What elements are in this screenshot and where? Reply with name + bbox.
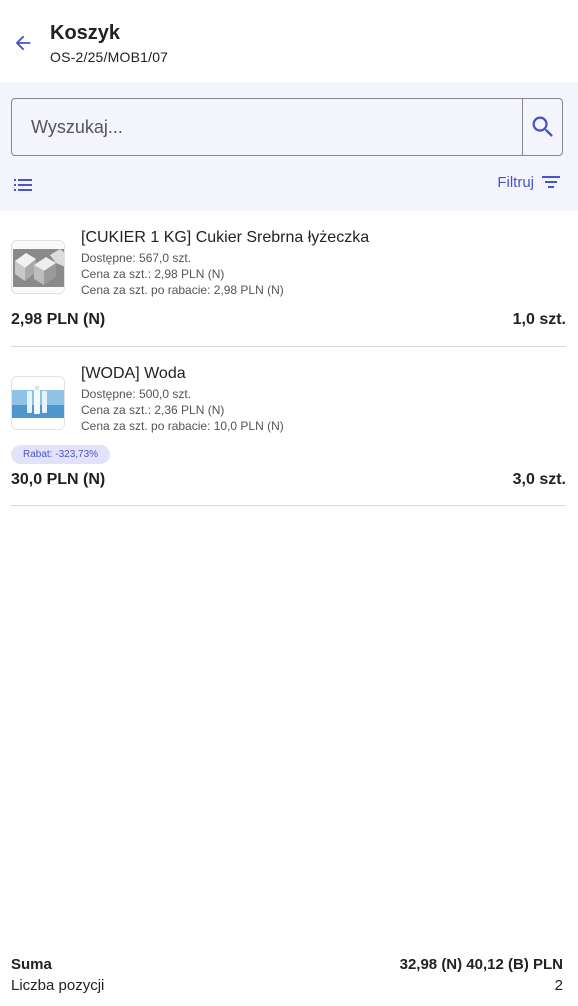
filter-button[interactable]: Filtruj (497, 173, 562, 191)
search-input[interactable] (12, 99, 522, 155)
product-availability: Dostępne: 567,0 szt. (81, 251, 192, 265)
product-image (11, 240, 65, 294)
product-discounted-price: Cena za szt. po rabacie: 2,98 PLN (N) (81, 283, 284, 297)
search-box (11, 98, 563, 156)
sum-label: Suma (11, 956, 52, 973)
back-button[interactable] (8, 28, 38, 58)
item-count-value: 2 (554, 977, 563, 994)
discount-badge: Rabat: -323,73% (11, 445, 111, 464)
sum-value: 32,98 (N) 40,12 (B) PLN (399, 956, 563, 973)
cart-item[interactable]: [CUKIER 1 KG] Cukier Srebrna łyżeczka Do… (11, 211, 566, 347)
item-total: 30,0 PLN (N) (11, 471, 106, 488)
sugar-cubes-photo (12, 241, 64, 293)
product-unit-price: Cena za szt.: 2,36 PLN (N) (81, 403, 225, 417)
cart-summary: Suma 32,98 (N) 40,12 (B) PLN Liczba pozy… (0, 938, 578, 1006)
list-view-button[interactable] (12, 176, 36, 194)
list-icon (14, 179, 32, 191)
item-quantity: 3,0 szt. (512, 471, 566, 488)
product-discounted-price: Cena za szt. po rabacie: 10,0 PLN (N) (81, 419, 284, 433)
app-header: Koszyk OS-2/25/MOB1/07 (0, 0, 578, 82)
product-name: [CUKIER 1 KG] Cukier Srebrna łyżeczka (81, 229, 370, 246)
item-count-label: Liczba pozycji (11, 977, 105, 994)
product-availability: Dostępne: 500,0 szt. (81, 387, 192, 401)
document-number: OS-2/25/MOB1/07 (50, 49, 169, 65)
page-title: Koszyk (50, 22, 121, 44)
product-image (11, 376, 65, 430)
cart-items-list: [CUKIER 1 KG] Cukier Srebrna łyżeczka Do… (0, 211, 578, 506)
filter-icon (542, 176, 560, 188)
arrow-back-icon (15, 35, 31, 51)
product-name: [WODA] Woda (81, 365, 186, 382)
search-button[interactable] (522, 99, 562, 155)
item-quantity: 1,0 szt. (512, 311, 566, 328)
search-toolbar: Filtruj (0, 82, 578, 211)
filter-label: Filtruj (497, 173, 534, 191)
item-total: 2,98 PLN (N) (11, 311, 106, 328)
product-unit-price: Cena za szt.: 2,98 PLN (N) (81, 267, 225, 281)
water-bottles-photo (12, 377, 64, 429)
cart-item[interactable]: [WODA] Woda Dostępne: 500,0 szt. Cena za… (11, 347, 566, 506)
search-icon (532, 116, 553, 137)
